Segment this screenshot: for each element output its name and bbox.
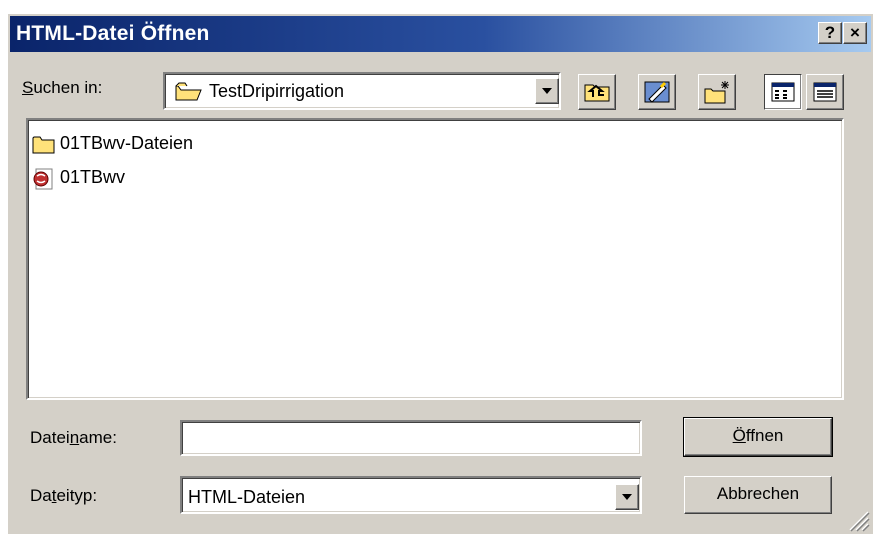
file-name: 01TBwv-Dateien [60, 133, 194, 153]
filename-input[interactable] [180, 420, 642, 456]
up-one-level-button[interactable] [578, 74, 616, 110]
resize-grip-icon[interactable] [846, 508, 870, 532]
help-button[interactable]: ? [818, 22, 842, 44]
folder-open-icon [175, 82, 203, 107]
desktop-icon [644, 81, 670, 103]
list-view-button[interactable] [764, 74, 802, 110]
desktop-button[interactable] [638, 74, 676, 110]
look-in-dropdown-button[interactable] [535, 78, 559, 104]
details-view-button[interactable] [806, 74, 844, 110]
filetype-combo[interactable]: HTML-Dateien [180, 476, 642, 514]
html-file-icon [33, 168, 53, 190]
title-bar[interactable]: HTML-Datei Öffnen ? × [10, 16, 871, 52]
folder-up-icon [584, 84, 610, 102]
file-list[interactable]: 01TBwv-Dateien 01TBwv [26, 118, 844, 400]
window-title: HTML-Datei Öffnen [16, 22, 210, 45]
new-folder-icon [704, 81, 729, 104]
close-button[interactable]: × [843, 22, 867, 44]
close-icon: × [850, 23, 860, 42]
open-file-dialog: HTML-Datei Öffnen ? × Suchen in: TestDri… [6, 12, 873, 534]
new-folder-button[interactable] [698, 74, 736, 110]
list-view-icon [771, 82, 795, 102]
details-view-icon [813, 82, 837, 102]
look-in-combo[interactable]: TestDripirrigation [163, 72, 561, 110]
filetype-value: HTML-Dateien [188, 487, 306, 507]
filetype-dropdown-button[interactable] [615, 484, 639, 510]
file-name: 01TBwv [60, 167, 126, 187]
cancel-button[interactable]: Abbrechen [684, 476, 832, 514]
look-in-label: Suchen in: [22, 78, 103, 97]
help-icon: ? [824, 23, 836, 42]
open-button[interactable]: Öffnen [683, 417, 833, 457]
filename-label: Dateiname: [30, 428, 117, 447]
folder-icon [32, 136, 55, 154]
look-in-value: TestDripirrigation [209, 81, 345, 101]
filetype-label: Dateityp: [30, 486, 98, 505]
